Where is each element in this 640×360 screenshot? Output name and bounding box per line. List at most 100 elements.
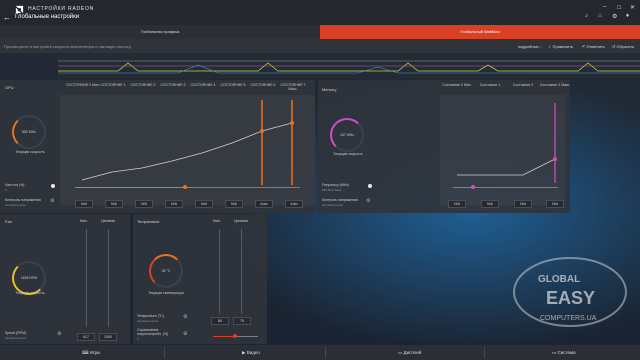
gpu-cell-0[interactable]: N/A (75, 200, 93, 208)
page-title: Глобальные настройки (15, 14, 80, 20)
watermark-line1: GLOBAL (538, 274, 580, 285)
discard-button[interactable]: ↶ Отменить (582, 44, 605, 49)
power-limit-gear-icon[interactable]: ⚙ (183, 331, 187, 337)
home-icon[interactable]: ⌂ (598, 13, 602, 19)
memory-panel: Memory Состояние 0 Мин. Состояние 1 Сост… (318, 80, 570, 213)
fan-min-value[interactable]: 617 (77, 333, 95, 341)
memory-frequency-slider-fill (453, 187, 473, 188)
bottom-nav: ⌨ Игры ▶ Видео ▭ Дисплей ▭ Система (0, 345, 640, 360)
nav-display[interactable]: ▭ Дисплей (398, 345, 421, 360)
gpu-gauge-caption: Текущая скорость (15, 150, 45, 154)
memory-gauge-value: 167 MHz (339, 133, 354, 137)
reset-button[interactable]: ↺ Сбросить (612, 44, 634, 49)
gpu-cell-4[interactable]: N/A (195, 200, 213, 208)
fan-gauge-caption: Текущая скорость (15, 291, 45, 295)
memory-state-1: Состояние 1 (479, 83, 501, 87)
apply-button[interactable]: ✓ Применить (548, 44, 573, 49)
fan-col-min: Мин. (80, 219, 88, 223)
memory-cell-2[interactable]: N/A (514, 200, 532, 208)
fan-label: Fan (5, 219, 12, 224)
fan-gauge-value: 1155 RPM (20, 276, 38, 280)
maximize-icon[interactable]: ☐ (617, 5, 621, 11)
fan-gear-icon[interactable]: ⚙ (57, 331, 61, 337)
power-limit-label: Ограничение энергопотребл. (%) (137, 328, 169, 336)
temperature-gauge: 33 °C (149, 254, 183, 288)
nav-display-label: Дисплей (403, 350, 422, 355)
nav-system[interactable]: ▭ Система (552, 345, 576, 360)
temperature-gauge-caption: Текущая температура (148, 291, 184, 295)
gpu-cell-7[interactable]: Auto (285, 200, 303, 208)
watermark-line2: EASY (546, 288, 595, 308)
back-arrow-icon[interactable]: ← (3, 13, 11, 22)
gpu-frequency-slider-fill (75, 187, 185, 188)
temperature-min-value[interactable]: 80 (211, 317, 229, 325)
temperature-col-min: Мин. (213, 219, 221, 223)
gpu-gauge-value: 852 MHz (21, 130, 36, 134)
temperature-setting-label: Temperature (°C) (137, 314, 164, 318)
gpu-voltage-gear-icon[interactable]: ⚙ (50, 198, 54, 204)
gpu-cell-6[interactable]: Auto (255, 200, 273, 208)
gpu-state-5: СОСТОЯНИЕ 5 (220, 83, 246, 87)
gpu-panel: GPU СОСТОЯНИЕ 0 Мин. СОСТОЯНИЕ 1 СОСТОЯН… (0, 80, 315, 213)
gpu-state-6: СОСТОЯНИЕ 6 (250, 83, 276, 87)
nav-divider-2 (325, 347, 326, 358)
close-icon[interactable]: ✕ (630, 4, 635, 11)
gpu-voltage-label: Контроль напряжения (5, 198, 41, 202)
gpu-cell-5[interactable]: N/A (225, 200, 243, 208)
memory-cell-3[interactable]: N/A (546, 200, 564, 208)
memory-state-2: Состояние 2 (512, 83, 534, 87)
tab-global-wattman[interactable]: Глобальный WattMan (320, 25, 640, 39)
gpu-frequency-label: Частота (%) (5, 183, 25, 187)
title-bar: НАСТРОЙКИ RADEON ← Глобальные настройки … (0, 0, 640, 25)
user-icon[interactable]: ♦ (626, 13, 629, 19)
memory-label: Memory (322, 87, 337, 92)
temperature-gauge-value: 33 °C (161, 269, 171, 273)
gpu-voltage-value: Автоматически (5, 203, 26, 207)
fan-speed-label: Speed (RPM) (5, 331, 27, 335)
temperature-label: Temperature (137, 219, 160, 224)
system-monitor-icon: ▭ (552, 350, 557, 355)
temperature-gear-icon[interactable]: ⚙ (183, 314, 187, 320)
tab-global-graphics[interactable]: Глобальная графика (0, 25, 320, 39)
apply-label: Применить (552, 44, 574, 49)
nav-video[interactable]: ▶ Видео (242, 345, 260, 360)
temperature-min-slider[interactable] (219, 229, 220, 314)
fan-target-value[interactable]: 2000 (99, 333, 117, 341)
gpu-frequency-slider-knob[interactable] (183, 185, 187, 189)
memory-gauge-caption: Текущая скорость (333, 152, 363, 156)
gpu-cell-2[interactable]: N/A (135, 200, 153, 208)
gpu-state-7: СОСТОЯНИЕ 7 Макс. (280, 83, 306, 91)
memory-state-0: Состояние 0 Мин. (442, 83, 472, 87)
reset-label: Сбросить (616, 44, 635, 49)
memory-voltage-value: Автоматически (322, 203, 343, 207)
gpu-cell-1[interactable]: N/A (105, 200, 123, 208)
memory-voltage-gear-icon[interactable]: ⚙ (366, 198, 370, 204)
profile-button[interactable]: подробные... (518, 44, 542, 49)
nav-games-label: Игры (89, 350, 101, 355)
memory-cell-1[interactable]: N/A (481, 200, 499, 208)
monitor-icon: ▭ (398, 350, 403, 355)
memory-frequency-curve (440, 95, 565, 205)
fan-target-slider[interactable] (108, 229, 109, 327)
gpu-frequency-toggle[interactable] (51, 184, 55, 188)
minimize-icon[interactable]: – (603, 4, 606, 10)
nav-system-label: Система (557, 350, 576, 355)
gpu-state-3: СОСТОЯНИЕ 3 (160, 83, 186, 87)
temperature-target-value[interactable]: 75 (233, 317, 251, 325)
fan-min-slider[interactable] (86, 229, 87, 327)
temperature-target-slider[interactable] (241, 229, 242, 314)
nav-divider-3 (484, 347, 485, 358)
power-limit-slider-knob[interactable] (233, 334, 237, 338)
memory-state-3: Состояние 3 Макс. (539, 83, 571, 87)
memory-frequency-toggle[interactable] (368, 184, 372, 188)
nav-games[interactable]: ⌨ Игры (82, 345, 100, 360)
memory-cell-0[interactable]: N/A (448, 200, 466, 208)
gear-icon[interactable]: ⚙ (612, 13, 617, 20)
bell-icon[interactable]: ♪ (585, 13, 588, 19)
gpu-cell-3[interactable]: N/A (165, 200, 183, 208)
gpu-state-1: СОСТОЯНИЕ 1 (100, 83, 126, 87)
memory-frequency-value: 990 MHz Макс. (322, 188, 343, 192)
memory-frequency-slider-knob[interactable] (471, 185, 475, 189)
gpu-label: GPU (5, 85, 14, 90)
fan-speed-value: Автоматически (5, 336, 26, 340)
